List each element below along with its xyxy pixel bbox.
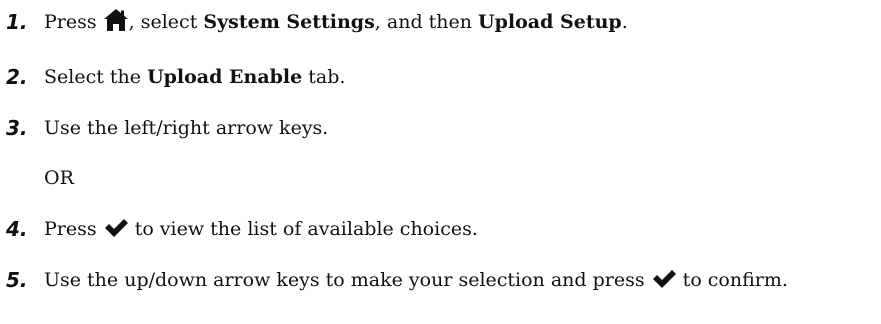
- menu-name-upload-setup: Upload Setup: [478, 11, 622, 33]
- text-run: , and then: [374, 11, 479, 33]
- step-text: Press , select System Settings, and then…: [44, 8, 874, 40]
- checkmark-icon: [651, 268, 677, 298]
- step-number: 4.: [6, 217, 28, 241]
- text-run: , select: [128, 11, 204, 33]
- text-run: .: [621, 11, 628, 33]
- step-text: Use the left/right arrow keys.: [44, 114, 874, 142]
- step-text: Use the up/down arrow keys to make your …: [44, 266, 874, 298]
- or-separator: OR: [44, 167, 74, 189]
- text-run: Select the: [44, 66, 148, 88]
- step-text: Press to view the list of available choi…: [44, 215, 874, 247]
- text-run: Press: [44, 11, 103, 33]
- text-run: tab.: [302, 66, 346, 88]
- text-run: to view the list of available choices.: [128, 218, 478, 240]
- step-number: 3.: [6, 116, 28, 140]
- text-run: to confirm.: [676, 269, 788, 291]
- step-number: 2.: [6, 65, 28, 89]
- step-text: Select the Upload Enable tab.: [44, 63, 874, 91]
- text-run: Use the up/down arrow keys to make your …: [44, 269, 651, 291]
- text-run: Press: [44, 218, 103, 240]
- step-number: 1.: [6, 10, 28, 34]
- menu-name-system-settings: System Settings: [203, 11, 375, 33]
- home-icon: [103, 8, 129, 40]
- text-run: Use the left/right arrow keys.: [44, 117, 329, 139]
- step-number: 5.: [6, 268, 28, 292]
- tab-name-upload-enable: Upload Enable: [147, 66, 303, 88]
- instruction-list: 1. Press , select System Settings, and t…: [0, 0, 881, 324]
- checkmark-icon: [103, 217, 129, 247]
